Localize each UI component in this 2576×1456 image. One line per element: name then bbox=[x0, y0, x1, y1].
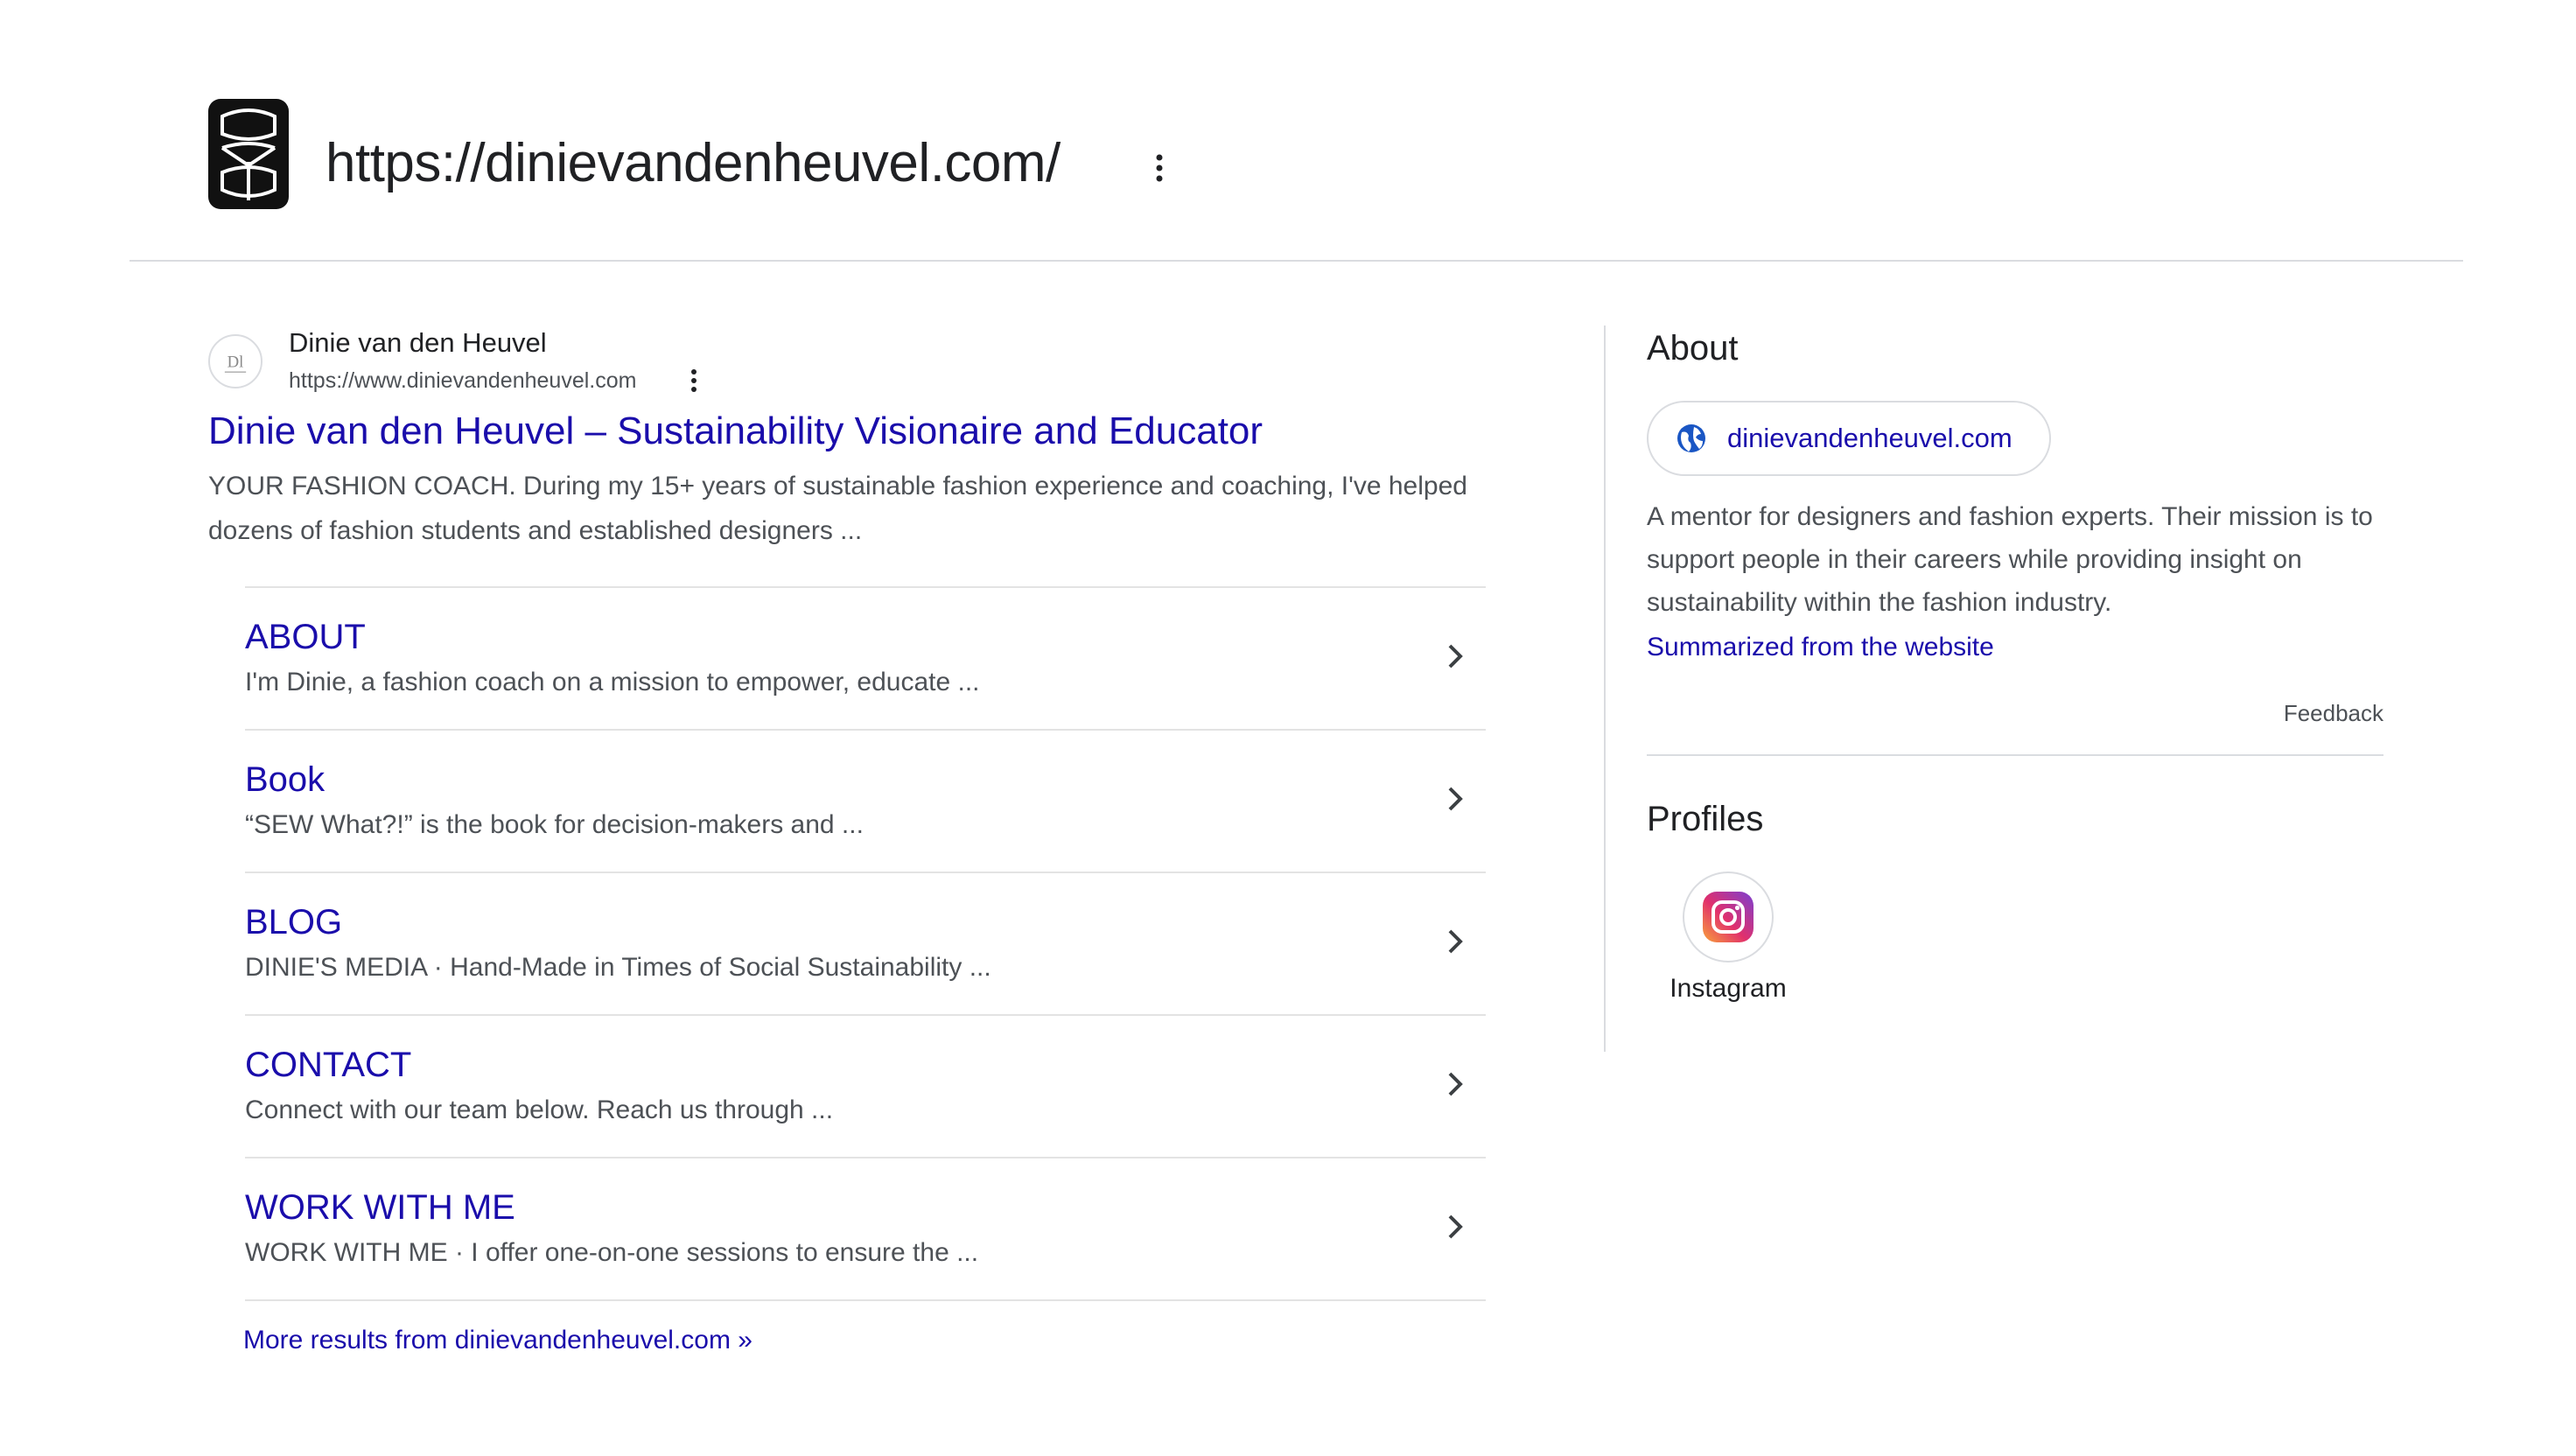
site-name[interactable]: Dinie van den Heuvel bbox=[289, 326, 547, 360]
profiles-heading: Profiles bbox=[1647, 800, 1764, 838]
sitelink-blog[interactable]: BLOG DINIE'S MEDIA · Hand-Made in Times … bbox=[245, 872, 1486, 1014]
sitelink-book[interactable]: Book “SEW What?!” is the book for decisi… bbox=[245, 729, 1486, 872]
sitelink-description: I'm Dinie, a fashion coach on a mission … bbox=[245, 668, 980, 696]
chevron-right-icon[interactable] bbox=[1442, 781, 1468, 816]
chevron-right-icon[interactable] bbox=[1442, 1209, 1468, 1244]
globe-icon bbox=[1677, 424, 1705, 452]
sitelink-description: “SEW What?!” is the book for decision-ma… bbox=[245, 810, 864, 839]
sitelink-work-with-me[interactable]: WORK WITH ME WORK WITH ME · I offer one-… bbox=[245, 1157, 1486, 1299]
chevron-right-icon[interactable] bbox=[1442, 639, 1468, 674]
sitelink-description: Connect with our team below. Reach us th… bbox=[245, 1096, 834, 1124]
sitelink-description: DINIE'S MEDIA · Hand-Made in Times of So… bbox=[245, 953, 991, 982]
summarized-from-website-link[interactable]: Summarized from the website bbox=[1647, 630, 1994, 665]
sitelink-title[interactable]: CONTACT bbox=[245, 1042, 411, 1088]
about-description: A mentor for designers and fashion exper… bbox=[1647, 502, 2373, 617]
dvh-monogram-logo bbox=[220, 108, 276, 200]
chevron-right-icon[interactable] bbox=[1442, 1067, 1468, 1102]
result-title-link[interactable]: Dinie van den Heuvel – Sustainability Vi… bbox=[208, 407, 1263, 456]
header-divider bbox=[130, 260, 2463, 262]
sitelink-title[interactable]: BLOG bbox=[245, 900, 342, 945]
website-chip[interactable]: dinievandenheuvel.com bbox=[1647, 401, 2051, 476]
site-favicon-icon: Dl bbox=[224, 354, 247, 373]
result-snippet: YOUR FASHION COACH. During my 15+ years … bbox=[208, 472, 1467, 545]
sitelink-description: WORK WITH ME · I offer one-on-one sessio… bbox=[245, 1238, 979, 1267]
sitelink-about[interactable]: ABOUT I'm Dinie, a fashion coach on a mi… bbox=[245, 586, 1486, 729]
sitelinks-divider bbox=[245, 1299, 1486, 1301]
sitelink-title[interactable]: WORK WITH ME bbox=[245, 1185, 515, 1230]
sitelinks-list: ABOUT I'm Dinie, a fashion coach on a mi… bbox=[245, 586, 1486, 1301]
sitelink-title[interactable]: ABOUT bbox=[245, 614, 366, 660]
more-results-link[interactable]: More results from dinievandenheuvel.com … bbox=[243, 1323, 752, 1358]
profile-label: Instagram bbox=[1670, 974, 1787, 1003]
sitelink-title[interactable]: Book bbox=[245, 757, 325, 802]
dvh-logo bbox=[208, 99, 289, 209]
site-favicon[interactable]: Dl bbox=[208, 334, 262, 388]
panel-divider bbox=[1604, 326, 1606, 1052]
profile-icon-circle[interactable] bbox=[1683, 872, 1774, 962]
site-url[interactable]: https://www.dinievandenheuvel.com bbox=[289, 366, 636, 396]
vertical-dots-icon[interactable] bbox=[1153, 150, 1166, 186]
website-chip-label: dinievandenheuvel.com bbox=[1727, 423, 2012, 453]
sitelink-contact[interactable]: CONTACT Connect with our team below. Rea… bbox=[245, 1014, 1486, 1157]
svg-text:Dl: Dl bbox=[228, 354, 244, 372]
profile-instagram[interactable]: Instagram bbox=[1659, 872, 1797, 1012]
about-divider bbox=[1647, 754, 2384, 756]
instagram-icon bbox=[1703, 892, 1754, 942]
chevron-right-icon[interactable] bbox=[1442, 924, 1468, 959]
about-heading: About bbox=[1647, 329, 1739, 368]
feedback-link[interactable]: Feedback bbox=[2284, 698, 2384, 728]
page-url: https://dinievandenheuvel.com/ bbox=[326, 133, 1060, 193]
vertical-dots-icon[interactable] bbox=[688, 366, 700, 396]
